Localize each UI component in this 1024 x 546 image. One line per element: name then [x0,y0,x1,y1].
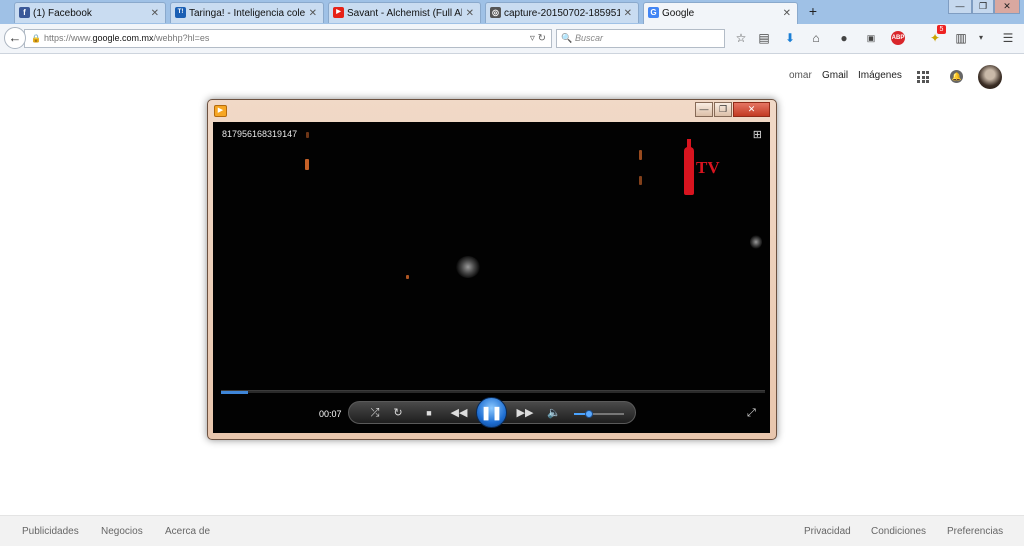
download-icon[interactable]: ⬇ [782,30,798,46]
camera-icon: ◎ [490,7,501,18]
adblock-icon[interactable]: ABP [891,31,905,45]
rewind-icon[interactable]: ◀◀ [449,406,469,420]
home-icon[interactable]: ⌂ [808,30,824,46]
arrow-left-icon: ← [8,30,22,45]
search-icon: 🔍 [561,33,573,43]
nav-bar: 🔒 https://www.google.com.mx/webhp?hl=es … [0,24,1024,54]
player-app-icon: ▶ [214,105,227,117]
footer-link-advertising[interactable]: Publicidades [22,526,79,537]
notifications-bell-icon[interactable]: 🔔 [950,70,963,83]
minimize-button[interactable]: — [948,0,972,14]
video-blur-shape [750,235,762,249]
extension-k-icon[interactable]: ▣ [863,30,879,46]
images-link[interactable]: Imágenes [858,70,902,81]
pause-button[interactable]: ❚❚ [476,397,507,428]
video-light-speck [306,132,309,138]
stop-icon[interactable]: ■ [422,406,436,420]
video-light-speck [639,176,642,185]
channel-logo-text: TV [696,158,720,177]
video-area[interactable]: 817956168319147 ⊞ TV 00:07 ⤮ ↻ ■ ◀◀ ❚❚ ▶… [213,122,770,433]
footer-link-about[interactable]: Acerca de [165,526,210,537]
back-button[interactable]: ← [4,27,26,49]
fullscreen-icon[interactable]: ⤢ [747,407,756,420]
search-placeholder: Buscar [575,33,604,43]
shuffle-icon[interactable]: ⤮ [368,406,382,420]
avatar[interactable] [978,65,1002,89]
window-close-button[interactable]: ✕ [994,0,1020,14]
notification-badge: 5 [937,25,946,34]
player-titlebar[interactable]: ▶ — ❐ ✕ [208,100,776,122]
facebook-icon: f [19,7,30,18]
elapsed-time: 00:07 [319,409,342,419]
tab-google[interactable]: G Google ✕ [643,2,798,24]
footer-link-privacy[interactable]: Privacidad [804,526,851,537]
player-minimize-button[interactable]: — [695,102,713,117]
tab-label: Taringa! - Inteligencia cole... [189,7,305,19]
video-light-speck [639,150,642,160]
tab-taringa[interactable]: T! Taringa! - Inteligencia cole... ✕ [170,2,324,23]
search-input[interactable]: 🔍 Buscar [556,29,725,48]
tab-capture[interactable]: ◎ capture-20150702-185951_... ✕ [485,2,639,23]
seek-progress [221,391,249,394]
chat-icon[interactable]: ● [836,30,852,46]
clipboard-icon[interactable]: ▥ [953,30,969,46]
footer-link-settings[interactable]: Preferencias [947,526,1003,537]
apps-grid-icon[interactable] [917,71,929,83]
tab-label: (1) Facebook [33,7,92,19]
player-close-button[interactable]: ✕ [733,102,770,117]
tab-youtube[interactable]: ▶ Savant - Alchemist (Full Al... ✕ [328,2,481,23]
youtube-icon: ▶ [333,7,344,18]
maximize-button[interactable]: ❐ [972,0,994,14]
gmail-link[interactable]: Gmail [822,70,848,81]
user-name[interactable]: omar [789,70,812,81]
url-bar[interactable]: 🔒 https://www.google.com.mx/webhp?hl=es … [24,29,552,48]
google-icon: G [648,7,659,18]
volume-slider[interactable] [574,410,624,418]
volume-knob[interactable] [585,410,593,418]
volume-icon[interactable]: 🔈 [547,406,561,420]
footer-link-business[interactable]: Negocios [101,526,143,537]
tab-label: Savant - Alchemist (Full Al... [347,7,462,19]
chevron-down-icon[interactable]: ▾ [973,30,989,46]
tab-strip: f (1) Facebook ✕ T! Taringa! - Inteligen… [0,0,1024,24]
lock-icon: 🔒 [31,34,41,43]
video-id-overlay: 817956168319147 [222,129,298,139]
media-player-window: ▶ — ❐ ✕ 817956168319147 ⊞ TV 00:07 ⤮ ↻ ■… [207,99,777,440]
url-path: /webhp?hl=es [153,33,210,43]
menu-icon[interactable]: ☰ [1000,30,1016,46]
tab-label: capture-20150702-185951_... [504,7,620,19]
switch-to-library-icon[interactable]: ⊞ [753,128,762,141]
fast-forward-icon[interactable]: ▶▶ [515,406,535,420]
reload-icon[interactable]: ▿ ↻ [530,30,546,47]
footer-link-terms[interactable]: Condiciones [871,526,926,537]
footer: Publicidades Negocios Acerca de Privacid… [0,515,1024,546]
bookmarks-list-icon[interactable]: ▤ [756,30,772,46]
video-light-speck [305,159,309,170]
control-bar: ⤮ ↻ ■ ◀◀ ❚❚ ▶▶ 🔈 [348,397,636,428]
video-blur-shape [456,256,480,278]
close-icon[interactable]: ✕ [466,8,474,19]
screen: f (1) Facebook ✕ T! Taringa! - Inteligen… [0,0,1024,546]
video-light-speck [406,275,409,279]
new-tab-button[interactable]: + [806,4,820,18]
repeat-icon[interactable]: ↻ [391,406,405,420]
bottle-logo-icon [684,139,694,195]
url-scheme: https://www. [44,33,93,43]
bookmark-star-icon[interactable]: ☆ [733,30,749,46]
seek-bar[interactable] [221,390,765,394]
close-icon[interactable]: ✕ [309,8,317,19]
close-icon[interactable]: ✕ [783,8,791,19]
tab-label: Google [662,8,695,19]
url-host: google.com.mx [92,33,154,43]
taringa-icon: T! [175,7,186,18]
close-icon[interactable]: ✕ [151,8,159,19]
player-maximize-button[interactable]: ❐ [714,102,732,117]
tab-facebook[interactable]: f (1) Facebook ✕ [14,2,166,23]
pause-icon: ❚❚ [480,405,503,420]
close-icon[interactable]: ✕ [624,8,632,19]
